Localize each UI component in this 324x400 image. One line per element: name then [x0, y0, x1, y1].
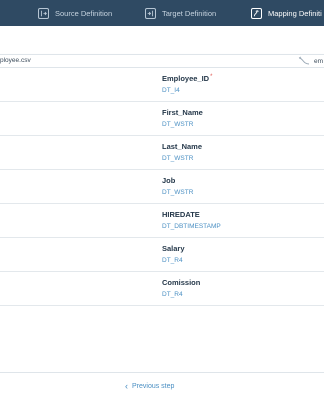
field-type: DT_WSTR — [162, 189, 194, 196]
field-type: DT_R4 — [162, 291, 183, 298]
field-type: DT_I4 — [162, 87, 180, 94]
link-curve-icon — [298, 56, 310, 65]
step-mapping-definition[interactable]: Mapping Definiti — [251, 0, 322, 26]
field-row[interactable]: Job DT_WSTR — [0, 170, 324, 204]
file-header: ployee.csv em — [0, 54, 324, 68]
target-field-list: Employee_ID* DT_I4 First_Name DT_WSTR La… — [0, 68, 324, 372]
field-type: DT_WSTR — [162, 155, 194, 162]
step-target-definition[interactable]: Target Definition — [145, 0, 216, 26]
field-name: First_Name — [162, 108, 203, 117]
step-label: Source Definition — [55, 8, 113, 18]
field-name: Employee_ID* — [162, 74, 213, 83]
step-label: Target Definition — [162, 8, 217, 18]
field-type: DT_R4 — [162, 257, 183, 264]
mapping-definition-icon — [251, 7, 262, 19]
toolbar-area — [0, 26, 324, 54]
target-file-name: em — [314, 57, 324, 65]
chevron-left-icon: ‹ — [125, 381, 128, 391]
field-name: HIREDATE — [162, 210, 200, 219]
field-row[interactable]: Last_Name DT_WSTR — [0, 136, 324, 170]
field-name: Comission — [162, 278, 201, 287]
field-name: Salary — [162, 244, 185, 253]
field-row[interactable]: First_Name DT_WSTR — [0, 102, 324, 136]
field-row[interactable]: Employee_ID* DT_I4 — [0, 68, 324, 102]
step-source-definition[interactable]: Source Definition — [38, 0, 112, 26]
field-name: Last_Name — [162, 142, 203, 151]
target-definition-icon — [145, 7, 156, 19]
target-file-header: em — [298, 56, 323, 66]
field-row[interactable]: Comission DT_R4 — [0, 272, 324, 306]
previous-step-label: Previous step — [132, 383, 175, 390]
required-marker: * — [210, 74, 213, 80]
source-definition-icon — [38, 7, 49, 19]
step-label: Mapping Definiti — [268, 8, 322, 18]
wizard-steps-bar: Source Definition Target Definition Mapp… — [0, 0, 324, 26]
field-row[interactable]: HIREDATE DT_DBTIMESTAMP — [0, 204, 324, 238]
field-type: DT_DBTIMESTAMP — [162, 223, 221, 230]
field-row[interactable]: Salary DT_R4 — [0, 238, 324, 272]
wizard-footer: ‹ Previous step — [0, 372, 324, 400]
previous-step-button[interactable]: ‹ Previous step — [125, 382, 174, 391]
field-type: DT_WSTR — [162, 121, 194, 128]
source-file-name: ployee.csv — [0, 57, 31, 64]
field-name: Job — [162, 176, 176, 185]
